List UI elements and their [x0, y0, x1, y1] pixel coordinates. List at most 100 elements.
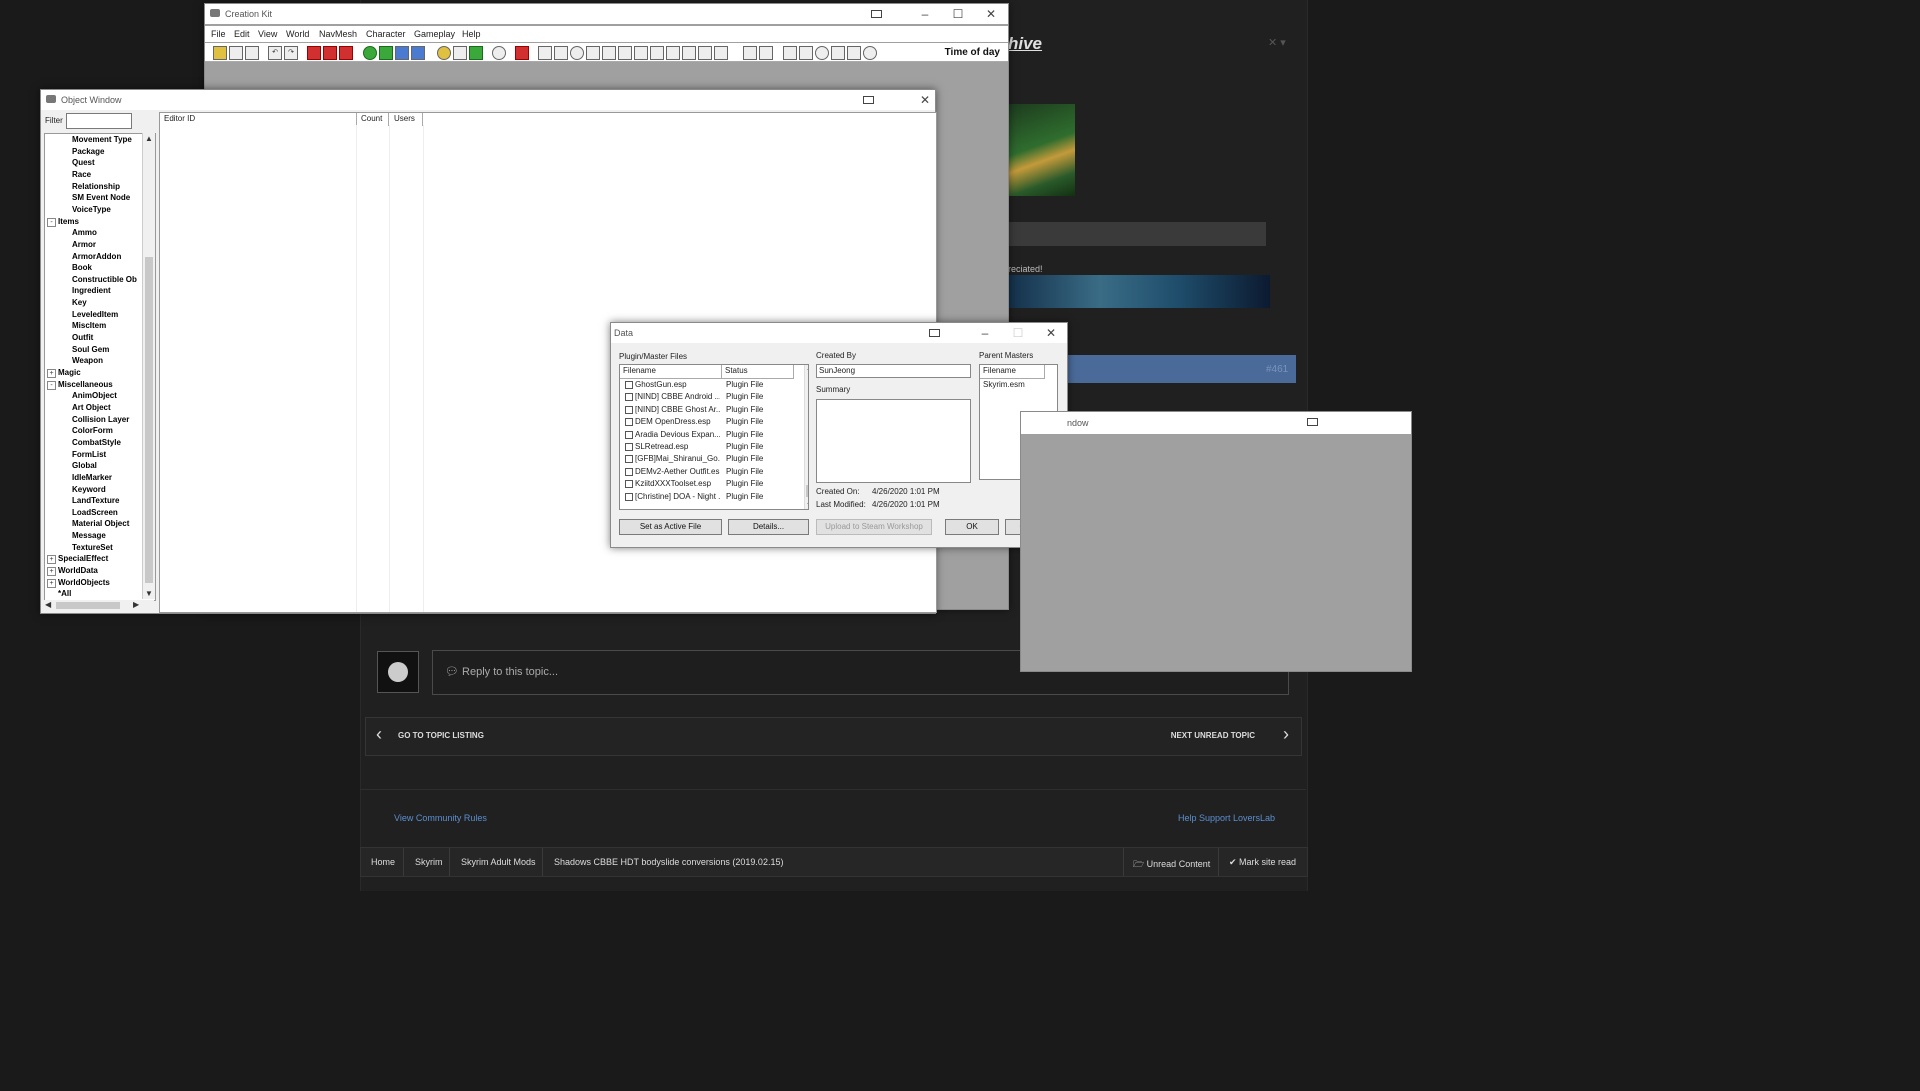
- menu-file[interactable]: File: [211, 29, 226, 39]
- plugin-checkbox[interactable]: [625, 405, 633, 414]
- marker-icon-12[interactable]: [714, 46, 728, 60]
- tree-item[interactable]: Armor: [72, 240, 96, 249]
- marker-icon-5[interactable]: [602, 46, 616, 60]
- column-filename[interactable]: Filename: [620, 365, 722, 379]
- minimize-button[interactable]: –: [917, 6, 933, 22]
- sound-marker-icon[interactable]: [815, 46, 829, 60]
- tree-item[interactable]: Items: [58, 217, 79, 226]
- close-icon[interactable]: ✕ ▾: [1268, 36, 1286, 49]
- tree-item[interactable]: Relationship: [72, 182, 120, 191]
- open-icon[interactable]: [213, 46, 227, 60]
- table-row[interactable]: [GFB]Mai_Shiranui_Go... Plugin File: [620, 453, 795, 465]
- community-rules-link[interactable]: View Community Rules: [394, 813, 487, 823]
- redo-icon[interactable]: ↷: [284, 46, 298, 60]
- tree-item[interactable]: Message: [72, 531, 106, 540]
- tree-item[interactable]: ArmorAddon: [72, 252, 121, 261]
- save-icon[interactable]: [229, 46, 243, 60]
- marker-icon-4[interactable]: [586, 46, 600, 60]
- list-item[interactable]: Skyrim.esm: [983, 380, 1025, 389]
- menu-view[interactable]: View: [258, 29, 277, 39]
- tree-item[interactable]: ColorForm: [72, 426, 113, 435]
- mark-site-read-link[interactable]: ✔ Mark site read: [1229, 857, 1296, 868]
- tree-item[interactable]: Constructible Ob: [72, 275, 137, 284]
- plugin-checkbox[interactable]: [625, 430, 633, 439]
- ok-button[interactable]: OK: [945, 519, 999, 535]
- chevron-right-icon[interactable]: ›: [1283, 724, 1289, 745]
- collision-icon[interactable]: [783, 46, 797, 60]
- table-row[interactable]: [NIND] CBBE Android ... Plugin File: [620, 391, 795, 403]
- details-button[interactable]: Details...: [728, 519, 809, 535]
- marker-icon-7[interactable]: [634, 46, 648, 60]
- menu-navmesh[interactable]: NavMesh: [319, 29, 357, 39]
- navmesh-icon[interactable]: [411, 46, 425, 60]
- table-row[interactable]: DEMv2-Aether Outfit.esp Plugin File: [620, 466, 795, 478]
- tree-item[interactable]: Package: [72, 147, 104, 156]
- table-row[interactable]: [NIND] CBBE Ghost Ar... Plugin File: [620, 404, 795, 416]
- marker-icon-8[interactable]: [650, 46, 664, 60]
- unread-content-link[interactable]: 🗁 Unread Content: [1133, 857, 1210, 873]
- tree-item[interactable]: Ingredient: [72, 286, 111, 295]
- havok-icon[interactable]: [515, 46, 529, 60]
- menu-character[interactable]: Character: [366, 29, 406, 39]
- tree-item[interactable]: Global: [72, 461, 97, 470]
- marker-icon-3[interactable]: [570, 46, 584, 60]
- scroll-right-icon[interactable]: ▶: [133, 600, 139, 609]
- water-icon[interactable]: [395, 46, 409, 60]
- column-status[interactable]: Status: [722, 365, 794, 379]
- scroll-left-icon[interactable]: ◀: [45, 600, 51, 609]
- plugin-checkbox[interactable]: [625, 381, 633, 389]
- tree-item[interactable]: Collision Layer: [72, 415, 129, 424]
- speech-bubble-icon[interactable]: [492, 46, 506, 60]
- forum-title[interactable]: hive: [1008, 34, 1042, 54]
- tree-item[interactable]: FormList: [72, 450, 106, 459]
- plugin-checkbox[interactable]: [625, 467, 633, 476]
- tree-item[interactable]: CombatStyle: [72, 438, 121, 447]
- title-bar[interactable]: ndow: [1021, 412, 1411, 434]
- expand-icon[interactable]: +: [47, 555, 56, 565]
- marker-icon-2[interactable]: [554, 46, 568, 60]
- table-row[interactable]: GhostGun.esp Plugin File: [620, 379, 795, 391]
- expand-icon[interactable]: +: [47, 578, 56, 588]
- marker-icon-1[interactable]: [538, 46, 552, 60]
- tree-item[interactable]: LoadScreen: [72, 508, 118, 517]
- maximize-button[interactable]: ☐: [950, 6, 966, 22]
- terrain-icon[interactable]: [379, 46, 393, 60]
- light-bulb-icon[interactable]: [437, 46, 451, 60]
- plugin-file-list[interactable]: Filename Status ▲ ▼ GhostGun.esp Plugin F…: [619, 364, 809, 510]
- tree-item[interactable]: TextureSet: [72, 543, 113, 552]
- close-button[interactable]: ✕: [917, 92, 933, 108]
- grass-icon[interactable]: [469, 46, 483, 60]
- marker-icon-10[interactable]: [682, 46, 696, 60]
- set-active-file-button[interactable]: Set as Active File: [619, 519, 722, 535]
- marker-icon-11[interactable]: [698, 46, 712, 60]
- tree-item[interactable]: AnimObject: [72, 391, 117, 400]
- title-bar[interactable]: Data – ☐ ✕: [611, 323, 1067, 343]
- breadcrumb-topic[interactable]: Shadows CBBE HDT bodyslide conversions (…: [554, 857, 783, 867]
- tree-item[interactable]: Miscellaneous: [58, 380, 113, 389]
- collapse-icon[interactable]: -: [47, 380, 56, 390]
- menu-gameplay[interactable]: Gameplay: [414, 29, 455, 39]
- chevron-left-icon[interactable]: ‹: [376, 724, 382, 745]
- breadcrumb-skyrim[interactable]: Skyrim: [415, 857, 443, 867]
- go-to-topic-listing-link[interactable]: GO TO TOPIC LISTING: [398, 731, 484, 740]
- preferences-icon[interactable]: [245, 46, 259, 60]
- scroll-thumb[interactable]: [145, 257, 153, 583]
- column-filename[interactable]: Filename: [980, 365, 1045, 379]
- post-number[interactable]: #461: [1266, 364, 1288, 375]
- lighting-icon[interactable]: [339, 46, 353, 60]
- water-toggle-icon[interactable]: [831, 46, 845, 60]
- plugin-list-scrollbar[interactable]: ▲ ▼: [804, 365, 808, 509]
- title-bar[interactable]: Object Window ✕: [41, 90, 935, 110]
- created-by-input[interactable]: SunJeong: [816, 364, 971, 378]
- column-users[interactable]: Users: [390, 113, 423, 126]
- snap-icon[interactable]: [929, 329, 940, 337]
- markers-toggle-icon[interactable]: [799, 46, 813, 60]
- scroll-thumb[interactable]: [806, 485, 808, 497]
- category-tree[interactable]: Movement Type Package Quest Race Relationshi…: [44, 133, 156, 601]
- tree-item[interactable]: Quest: [72, 158, 95, 167]
- help-support-link[interactable]: Help Support LoversLab: [1178, 813, 1275, 823]
- expand-icon[interactable]: +: [47, 369, 56, 378]
- menu-help[interactable]: Help: [462, 29, 481, 39]
- table-row[interactable]: KziitdXXXToolset.esp Plugin File: [620, 478, 795, 490]
- snap-icon[interactable]: [871, 10, 882, 18]
